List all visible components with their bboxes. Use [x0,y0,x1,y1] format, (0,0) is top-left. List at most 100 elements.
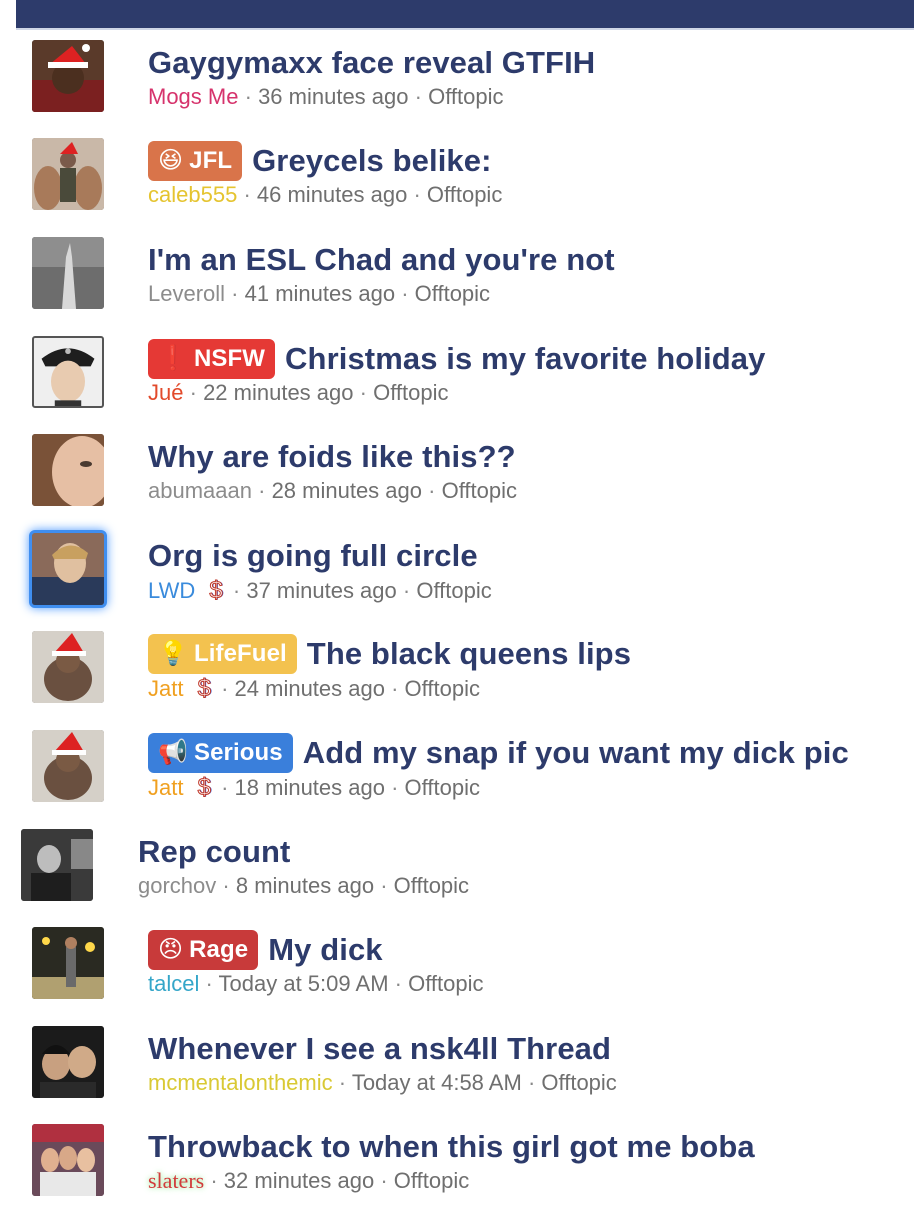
forum-link[interactable]: Offtopic [408,971,483,996]
thread-time[interactable]: 24 minutes ago [235,676,385,701]
thread-meta: mcmentalonthemic · Today at 4:58 AM · Of… [148,1070,617,1096]
thread-row: Rep count gorchov · 8 minutes ago · Offt… [0,819,914,917]
thread-row: Why are foids like this?? abumaaan · 28 … [0,424,914,522]
thread-title-line: Why are foids like this?? [148,438,517,476]
thread-time[interactable]: 8 minutes ago [236,873,374,898]
thread-title-link[interactable]: Rep count [138,834,290,870]
thread-time[interactable]: Today at 5:09 AM [219,971,389,996]
thread-title-link[interactable]: Gaygymaxx face reveal GTFIH [148,45,595,81]
forum-link[interactable]: Offtopic [394,873,469,898]
prefix-label-lifefuel[interactable]: 💡 LifeFuel [148,634,297,674]
avatar[interactable] [32,1124,104,1196]
thread-time[interactable]: 37 minutes ago [246,578,396,603]
thread-row: I'm an ESL Chad and you're not Leveroll … [0,227,914,325]
avatar[interactable] [21,829,93,901]
thread-row: Org is going full circle LWD $ · 37 minu… [0,523,914,621]
meta-separator: · [380,873,388,898]
thread-row: Whenever I see a nsk4ll Thread mcmentalo… [0,1016,914,1114]
thread-time[interactable]: 46 minutes ago [257,182,407,207]
thread-title-link[interactable]: My dick [268,932,382,968]
thread-title-link[interactable]: Whenever I see a nsk4ll Thread [148,1031,611,1067]
author-link[interactable]: slaters [148,1168,204,1193]
author-link[interactable]: abumaaan [148,478,252,503]
thread-row: Gaygymaxx face reveal GTFIH Mogs Me · 36… [0,30,914,128]
prefix-label-serious[interactable]: 📢 Serious [148,733,293,773]
forum-link[interactable]: Offtopic [428,84,503,109]
forum-link[interactable]: Offtopic [427,182,502,207]
thread-title-link[interactable]: Add my snap if you want my dick pic [303,735,849,771]
author-link[interactable]: Leveroll [148,281,225,306]
author-link[interactable]: talcel [148,971,199,996]
meta-separator: · [258,478,266,503]
prefix-text: Rage [189,936,249,963]
avatar[interactable] [32,631,104,703]
thread-title-line: Throwback to when this girl got me boba [148,1128,755,1166]
author-link[interactable]: Jué [148,380,183,405]
forum-link[interactable]: Offtopic [373,380,448,405]
thread-meta: Jatt $ · 24 minutes ago · Offtopic [148,675,631,703]
meta-separator: · [527,1070,536,1095]
meta-separator: · [189,380,197,405]
thread-title-line: Gaygymaxx face reveal GTFIH [148,44,595,82]
author-link[interactable]: Jatt [148,676,183,701]
thread-time[interactable]: 36 minutes ago [258,84,408,109]
avatar[interactable] [32,237,104,309]
avatar[interactable] [32,533,104,605]
avatar[interactable] [32,40,104,112]
meta-separator: · [402,578,411,603]
meta-separator: · [210,1168,218,1193]
forum-link[interactable]: Offtopic [405,676,480,701]
prefix-label-rage[interactable]: 😠 Rage [148,930,259,970]
thread-time[interactable]: 32 minutes ago [224,1168,374,1193]
thread-title-line: Rep count [138,833,469,871]
author-link[interactable]: gorchov [138,873,216,898]
avatar[interactable] [32,1026,104,1098]
top-navigation-bar [16,0,914,30]
thread-title-link[interactable]: Why are foids like this?? [148,439,516,475]
avatar[interactable] [32,434,104,506]
prefix-label-nsfw[interactable]: ❗ NSFW [148,339,276,379]
thread-title-link[interactable]: I'm an ESL Chad and you're not [148,242,615,278]
thread-title-link[interactable]: Christmas is my favorite holiday [285,341,765,377]
meta-separator: · [244,84,252,109]
thread-meta: talcel · Today at 5:09 AM · Offtopic [148,971,484,997]
forum-link[interactable]: Offtopic [541,1070,616,1095]
forum-link[interactable]: Offtopic [416,578,491,603]
avatar[interactable] [32,730,104,802]
thread-time[interactable]: 28 minutes ago [272,478,422,503]
avatar[interactable] [32,336,104,408]
author-link[interactable]: mcmentalonthemic [148,1070,333,1095]
megaphone-icon: 📢 [158,739,188,766]
prefix-label-jfl[interactable]: 😆 JFL [148,141,243,181]
meta-separator: · [394,971,402,996]
thread-title-link[interactable]: Greycels belike: [252,143,491,179]
author-link[interactable]: LWD [148,578,195,603]
meta-separator: · [359,380,367,405]
thread-title-link[interactable]: The black queens lips [307,636,631,672]
forum-link[interactable]: Offtopic [394,1168,469,1193]
avatar[interactable] [32,138,104,210]
forum-link[interactable]: Offtopic [415,281,490,306]
meta-separator: · [243,182,251,207]
thread-title-line: I'm an ESL Chad and you're not [148,241,615,279]
thread-title-link[interactable]: Org is going full circle [148,538,478,574]
meta-separator: · [391,775,399,800]
thread-title-line: 📢 Serious Add my snap if you want my dic… [148,733,849,773]
thread-time[interactable]: 18 minutes ago [235,775,385,800]
author-link[interactable]: Mogs Me [148,84,238,109]
thread-title-line: 😆 JFL Greycels belike: [148,141,502,181]
avatar[interactable] [32,927,104,999]
thread-time[interactable]: Today at 4:58 AM [352,1070,522,1095]
forum-link[interactable]: Offtopic [442,478,517,503]
thread-row: ❗ NSFW Christmas is my favorite holiday … [0,326,914,424]
thread-title-line: 💡 LifeFuel The black queens lips [148,634,631,674]
author-link[interactable]: Jatt [148,775,183,800]
author-link[interactable]: caleb555 [148,182,237,207]
meta-separator: · [221,775,229,800]
thread-meta: Jué · 22 minutes ago · Offtopic [148,380,765,406]
thread-time[interactable]: 41 minutes ago [245,281,395,306]
thread-title-link[interactable]: Throwback to when this girl got me boba [148,1129,755,1165]
thread-time[interactable]: 22 minutes ago [203,380,353,405]
meta-separator: · [338,1070,347,1095]
forum-link[interactable]: Offtopic [405,775,480,800]
